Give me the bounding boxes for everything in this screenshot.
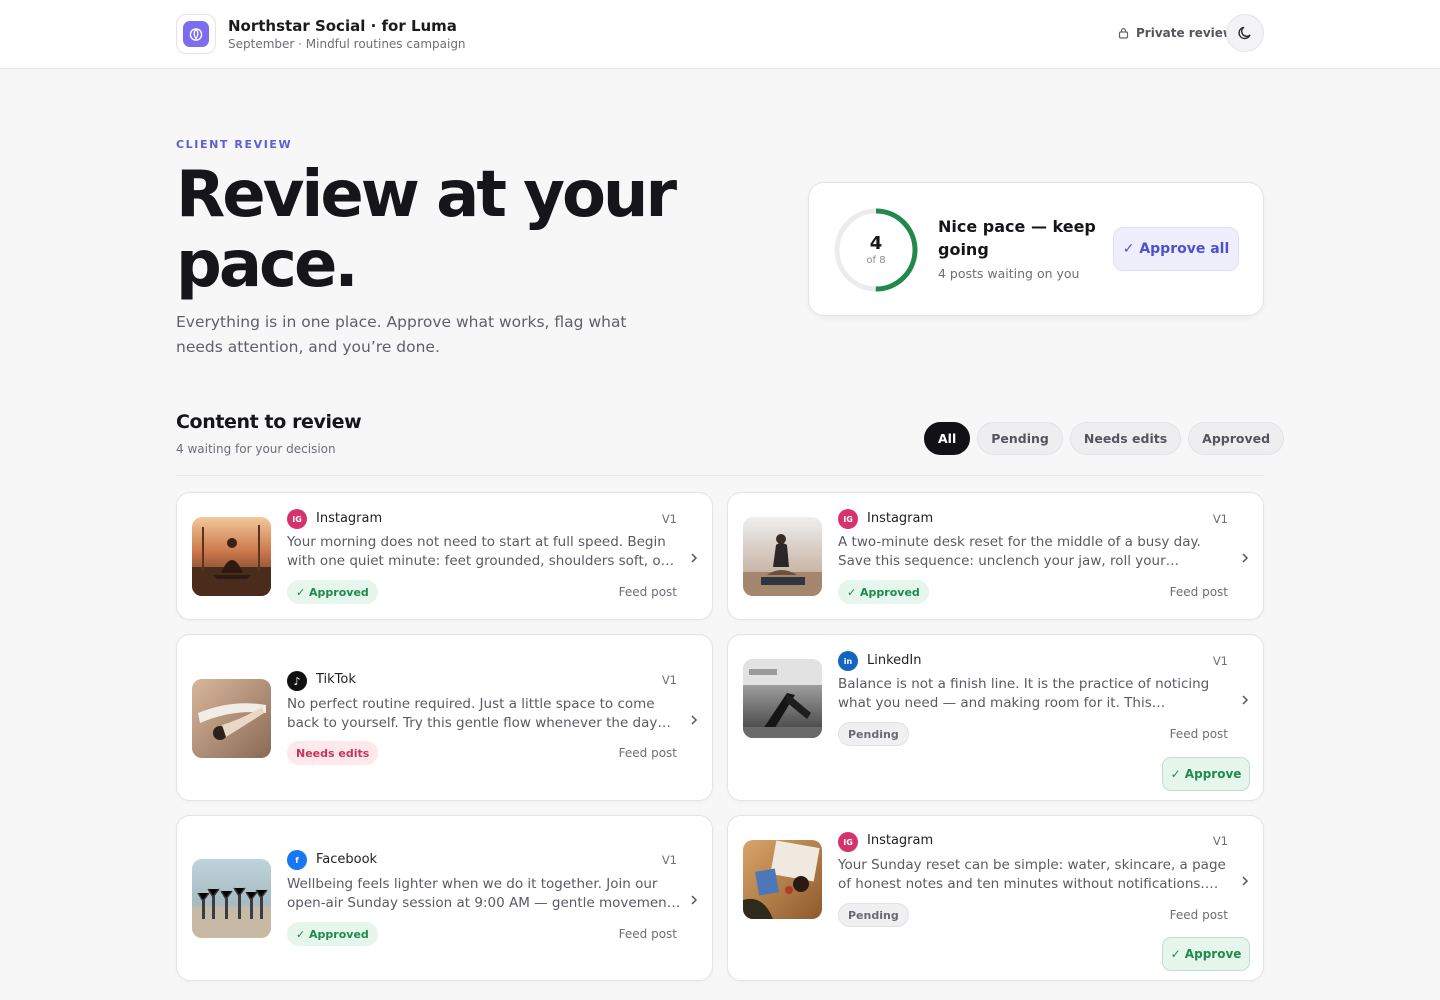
post-format: Feed post (618, 585, 677, 599)
review-progress-card: 4 of 8 Nice pace — keep going 4 posts wa… (808, 182, 1264, 316)
post-card[interactable]: ♪ TikTok V1 No perfect routine required.… (176, 634, 713, 801)
brand-title: Northstar Social · for Luma (228, 17, 457, 35)
chevron-right-icon[interactable] (1240, 694, 1250, 706)
section-subtitle: 4 waiting for your decision (176, 442, 336, 456)
instagram-icon: IG (838, 509, 858, 529)
post-card[interactable]: in LinkedIn V1 Balance is not a finish l… (727, 634, 1264, 801)
private-review-label: Private review (1136, 26, 1235, 40)
post-caption: Your Sunday reset can be simple: water, … (838, 857, 1226, 892)
brand-subtitle: September · Mindful routines campaign (228, 37, 466, 51)
eyebrow-label: CLIENT REVIEW (176, 138, 293, 151)
instagram-icon: IG (838, 832, 858, 852)
status-filter-group: All Pending Needs edits Approved (924, 422, 1285, 455)
filter-all[interactable]: All (924, 422, 971, 455)
approve-all-button[interactable]: ✓ Approve all (1113, 227, 1239, 271)
status-badge: ✓ Approved (838, 580, 929, 604)
section-title: Content to review (176, 411, 362, 433)
post-thumbnail-sunrise-meditation (192, 517, 271, 596)
post-version: V1 (1212, 512, 1228, 526)
post-version: V1 (661, 853, 677, 867)
chevron-right-icon[interactable] (689, 552, 699, 564)
approve-button[interactable]: ✓ Approve (1162, 937, 1250, 971)
post-thumbnail-beach-group (192, 859, 271, 938)
moon-icon (1238, 26, 1251, 40)
status-badge: Pending (838, 722, 909, 746)
post-caption: Balance is not a finish line. It is the … (838, 676, 1210, 711)
chevron-right-icon[interactable] (1240, 875, 1250, 887)
instagram-icon: IG (287, 509, 307, 529)
post-caption: No perfect routine required. Just a litt… (287, 696, 658, 731)
lock-icon (1118, 28, 1129, 39)
status-badge: Pending (838, 903, 909, 927)
page-description: Everything is in one place. Approve what… (176, 313, 627, 356)
post-thumbnail-stretch-pose (192, 679, 271, 758)
approve-button[interactable]: ✓ Approve (1162, 757, 1250, 791)
tiktok-icon: ♪ (287, 671, 307, 691)
chevron-right-icon[interactable] (1240, 552, 1250, 564)
post-version: V1 (661, 673, 677, 687)
post-platform: Instagram (316, 511, 383, 526)
post-platform: Instagram (867, 511, 934, 526)
chevron-right-icon[interactable] (689, 714, 699, 726)
post-card[interactable]: IG Instagram V1 Your morning does not ne… (176, 492, 713, 620)
post-thumbnail-seated-yoga (743, 517, 822, 596)
post-platform: Instagram (867, 833, 934, 848)
section-divider (176, 475, 1264, 476)
post-thumbnail-flatlay-journal (743, 840, 822, 919)
leaf-icon (189, 28, 203, 41)
post-platform: TikTok (316, 672, 356, 687)
post-thumbnail-mono-yoga (743, 659, 822, 738)
post-card[interactable]: f Facebook V1 Wellbeing feels lighter wh… (176, 815, 713, 981)
post-platform: LinkedIn (867, 653, 922, 668)
filter-approved[interactable]: Approved (1188, 422, 1285, 455)
post-caption: A two-minute desk reset for the middle o… (838, 534, 1201, 569)
status-badge: Needs edits (287, 741, 379, 765)
filter-pending[interactable]: Pending (977, 422, 1063, 455)
post-card[interactable]: IG Instagram V1 Your Sunday reset can be… (727, 815, 1264, 981)
facebook-icon: f (287, 850, 307, 870)
post-caption: Wellbeing feels lighter when we do it to… (287, 876, 677, 911)
private-review-indicator: Private review (1118, 26, 1234, 40)
reviewed-count: 4 (869, 233, 883, 254)
status-badge: ✓ Approved (287, 922, 378, 946)
progress-subtitle: 4 posts waiting on you (938, 266, 1080, 281)
progress-title: Nice pace — keep going (938, 217, 1096, 259)
post-version: V1 (1212, 654, 1228, 668)
total-count: of 8 (866, 255, 886, 266)
post-caption: Your morning does not need to start at f… (287, 534, 678, 569)
chevron-right-icon[interactable] (689, 894, 699, 906)
theme-toggle-button[interactable] (1226, 14, 1264, 52)
post-format: Feed post (618, 927, 677, 941)
status-badge: ✓ Approved (287, 580, 378, 604)
post-version: V1 (1212, 834, 1228, 848)
post-format: Feed post (618, 746, 677, 760)
top-bar: Northstar Social · for Luma September · … (0, 0, 1440, 69)
post-card[interactable]: IG Instagram V1 A two-minute desk reset … (727, 492, 1264, 620)
post-format: Feed post (1169, 908, 1228, 922)
post-platform: Facebook (316, 852, 378, 867)
page-title: Review at your pace. (176, 158, 677, 302)
post-format: Feed post (1169, 585, 1228, 599)
filter-needs-edits[interactable]: Needs edits (1069, 422, 1182, 455)
post-version: V1 (661, 512, 677, 526)
linkedin-icon: in (838, 651, 858, 671)
post-format: Feed post (1169, 727, 1228, 741)
brand-logo (176, 14, 216, 54)
